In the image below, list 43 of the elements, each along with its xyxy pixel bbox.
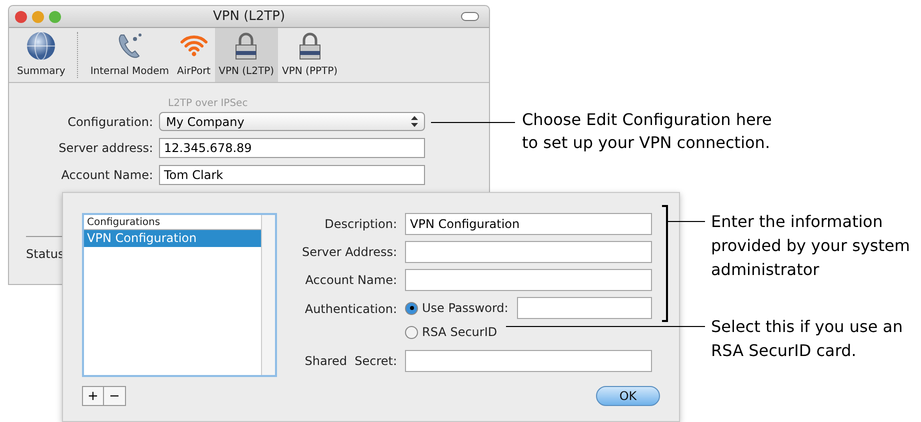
radio-option[interactable]: RSA SecurID [405,323,517,341]
toolbar-tab[interactable]: VPN (L2TP) [214,28,278,82]
status-label: Status [26,246,64,263]
toolbar-tab[interactable]: Summary [13,28,70,82]
field-label: Account Name: [304,272,398,289]
toolbar-tab[interactable]: Internal Modem [86,28,174,82]
toolbar-toggle-button[interactable] [461,12,479,21]
window-title: VPN (L2TP) [212,8,286,26]
remove-button[interactable]: − [104,386,126,406]
field-label: Account Name: [60,167,154,184]
text-field[interactable] [517,297,652,319]
ok-button[interactable]: OK [596,386,660,406]
radio-option[interactable]: Use Password: [405,299,517,317]
field-label: Description: [324,216,398,233]
callout-text: Choose Edit Configuration here to set up your VPN connection. [522,109,773,154]
leader-line [668,221,705,222]
text-field[interactable]: VPN Configuration [405,213,652,235]
text-field[interactable] [405,241,652,263]
section-subtitle: L2TP over IPSec [168,97,248,111]
toolbar-tab[interactable]: AirPort [173,28,215,82]
toolbar-tab[interactable]: VPN (PPTP) [278,28,342,82]
zoom-button[interactable] [49,10,61,22]
list-row[interactable]: VPN Configuration [84,230,261,247]
close-button[interactable] [15,10,27,22]
text-field[interactable]: 12.345.678.89 [159,138,425,158]
field-label: Shared Secret: [304,353,398,370]
field-label: Server Address: [301,244,398,261]
text-field[interactable] [405,269,652,291]
field-label: Server address: [58,140,154,157]
callout-text: Select this if you use an RSA SecurID card. [711,316,904,362]
field-label: Authentication: [304,301,398,318]
radio-button[interactable] [405,326,418,338]
radio-button[interactable] [405,302,418,314]
text-field[interactable]: Tom Clark [159,165,425,185]
configuration-dropdown[interactable]: My Company [159,112,425,131]
add-button[interactable]: + [82,386,104,406]
text-field[interactable] [405,350,652,372]
minimize-button[interactable] [32,10,44,22]
field-label: Configuration: [66,114,154,130]
stepper-arrows-icon [411,116,418,127]
scroll-bar[interactable] [261,215,275,375]
globe-icon [26,31,56,61]
callout-text: Enter the information provided by your system administrator [711,211,911,281]
